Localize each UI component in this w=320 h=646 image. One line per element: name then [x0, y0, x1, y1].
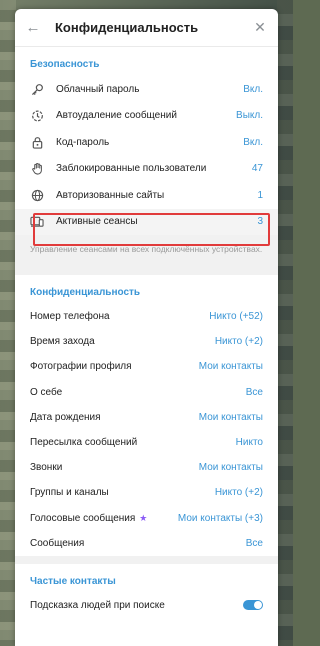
privacy-row-value: Никто (+52)	[209, 311, 263, 323]
dialog-header: ← Конфиденциальность ✕	[15, 9, 278, 47]
suggest-people-row[interactable]: Подсказка людей при поиске	[15, 593, 278, 618]
privacy-row-label: О себе	[30, 386, 63, 398]
background-chat-edge-left	[0, 0, 16, 646]
authorized-sites-label: Авторизованные сайты	[56, 189, 165, 201]
privacy-row-value: Никто (+2)	[214, 487, 263, 499]
privacy-row-value: Никто (+2)	[214, 336, 263, 348]
frequent-contacts-section-title: Частые контакты	[30, 575, 116, 587]
premium-star-icon: ★	[139, 512, 148, 523]
security-section-title: Безопасность	[30, 59, 100, 70]
privacy-row-value: Никто	[235, 437, 263, 449]
authorized-sites-value: 1	[257, 189, 263, 201]
passcode-row[interactable]: Код-пароль Вкл.	[15, 129, 278, 156]
privacy-row-label: Сообщения	[30, 537, 85, 549]
privacy-row-voice-messages[interactable]: Голосовые сообщения ★ Мои контакты (+3)	[15, 506, 278, 531]
passcode-label: Код-пароль	[56, 136, 110, 148]
suggest-people-toggle[interactable]	[243, 600, 263, 611]
background-chat-edge-right	[277, 0, 293, 646]
devices-icon	[30, 215, 44, 229]
active-sessions-value: 3	[257, 216, 263, 228]
suggest-people-label: Подсказка людей при поиске	[30, 599, 165, 611]
privacy-row-profile-photos[interactable]: Фотографии профиля Мои контакты	[15, 354, 278, 379]
privacy-row-label: Пересылка сообщений	[30, 437, 138, 449]
active-sessions-label: Активные сеансы	[56, 216, 138, 228]
back-arrow-icon[interactable]: ←	[25, 19, 41, 36]
privacy-row-label: Группы и каналы	[30, 487, 109, 499]
hand-stop-icon	[30, 162, 44, 176]
passcode-value: Вкл.	[243, 136, 263, 148]
cloud-password-row[interactable]: Облачный пароль Вкл.	[15, 76, 278, 103]
privacy-settings-dialog: ← Конфиденциальность ✕ Безопасность Обла…	[15, 9, 278, 646]
auto-delete-value: Выкл.	[236, 110, 263, 122]
privacy-row-label: Номер телефона	[30, 311, 110, 323]
active-sessions-row[interactable]: Активные сеансы 3	[15, 208, 278, 235]
privacy-section-title: Конфиденциальность	[30, 287, 141, 298]
privacy-row-label: Голосовые сообщения	[30, 512, 136, 524]
section-divider	[15, 555, 278, 564]
privacy-row-last-seen[interactable]: Время захода Никто (+2)	[15, 329, 278, 354]
privacy-row-value: Мои контакты	[198, 361, 263, 373]
dialog-title: Конфиденциальность	[55, 20, 199, 35]
sessions-hint: Управление сеансами на всех подключённых…	[15, 235, 278, 275]
privacy-row-value: Мои контакты	[198, 462, 263, 474]
lock-icon	[30, 135, 44, 149]
privacy-row-label: Звонки	[30, 462, 63, 474]
privacy-row-value: Все	[245, 386, 263, 398]
auto-delete-row[interactable]: Автоудаление сообщений Выкл.	[15, 103, 278, 130]
privacy-row-messages[interactable]: Сообщения Все	[15, 531, 278, 556]
cloud-password-label: Облачный пароль	[56, 83, 140, 95]
key-icon	[30, 82, 44, 96]
privacy-row-forwarding[interactable]: Пересылка сообщений Никто	[15, 430, 278, 455]
privacy-row-label: Фотографии профиля	[30, 361, 132, 373]
privacy-row-bio[interactable]: О себе Все	[15, 380, 278, 405]
authorized-sites-row[interactable]: Авторизованные сайты 1	[15, 182, 278, 209]
privacy-row-birthday[interactable]: Дата рождения Мои контакты	[15, 405, 278, 430]
blocked-users-row[interactable]: Заблокированные пользователи 47	[15, 156, 278, 183]
privacy-row-value: Мои контакты	[198, 411, 263, 423]
privacy-row-label: Время захода	[30, 336, 95, 348]
privacy-row-value: Мои контакты (+3)	[177, 512, 263, 524]
privacy-row-value: Все	[245, 537, 263, 549]
privacy-row-calls[interactable]: Звонки Мои контакты	[15, 455, 278, 480]
blocked-users-label: Заблокированные пользователи	[56, 163, 207, 175]
timer-icon	[30, 109, 44, 123]
blocked-users-value: 47	[251, 163, 263, 175]
cloud-password-value: Вкл.	[243, 83, 263, 95]
privacy-row-phone[interactable]: Номер телефона Никто (+52)	[15, 304, 278, 329]
globe-icon	[30, 188, 44, 202]
privacy-row-groups-channels[interactable]: Группы и каналы Никто (+2)	[15, 480, 278, 505]
auto-delete-label: Автоудаление сообщений	[56, 110, 177, 122]
close-icon[interactable]: ✕	[252, 19, 268, 36]
privacy-row-label: Дата рождения	[30, 411, 101, 423]
